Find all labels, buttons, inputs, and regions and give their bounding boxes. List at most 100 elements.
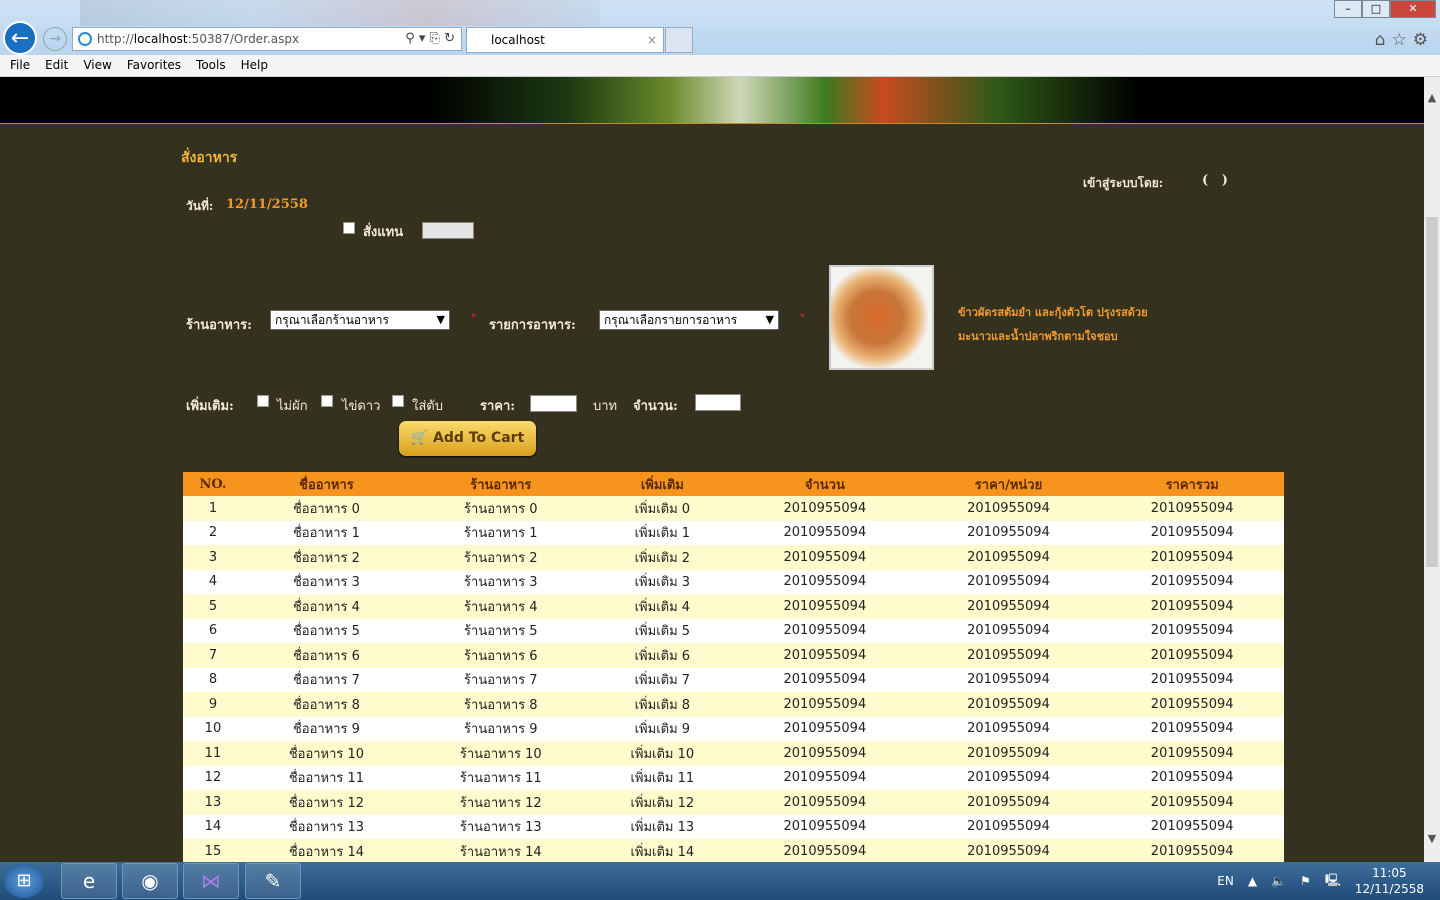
extra-liver-checkbox[interactable] bbox=[392, 395, 404, 407]
table-cell: เพิ่มเติม 12 bbox=[591, 790, 734, 815]
date-value: 12/11/2558 bbox=[226, 197, 308, 212]
column-header: เพิ่มเติม bbox=[591, 472, 734, 496]
order-for-label: สั่งแทน bbox=[363, 225, 404, 240]
forward-button[interactable]: → bbox=[43, 27, 67, 51]
table-cell: 2010955094 bbox=[1100, 618, 1284, 643]
network-icon[interactable]: 🖳 bbox=[1325, 871, 1341, 892]
table-cell: เพิ่มเติม 3 bbox=[591, 569, 734, 594]
menu-select-value: กรุณาเลือกรายการอาหาร bbox=[604, 313, 738, 327]
table-cell: 2010955094 bbox=[733, 594, 917, 619]
table-cell: ชื่ออาหาร 3 bbox=[242, 569, 410, 594]
close-window-button[interactable]: ✕ bbox=[1390, 0, 1436, 18]
minimize-button[interactable]: – bbox=[1334, 0, 1362, 18]
volume-muted-icon[interactable]: 🔈 bbox=[1271, 874, 1286, 888]
new-tab-button[interactable] bbox=[665, 27, 693, 53]
table-cell: 2010955094 bbox=[916, 618, 1101, 643]
taskbar-ie-icon[interactable]: e bbox=[61, 863, 117, 899]
url-prefix: http:// bbox=[97, 32, 134, 46]
taskbar-chrome-icon[interactable]: ◉ bbox=[122, 863, 178, 899]
browser-chrome: ← → http://localhost:50387/Order.aspx ⚲ … bbox=[0, 0, 1440, 55]
clock-date: 12/11/2558 bbox=[1354, 882, 1424, 896]
table-cell: 2010955094 bbox=[733, 741, 917, 766]
table-cell: 2010955094 bbox=[916, 667, 1101, 692]
table-cell: 2010955094 bbox=[733, 545, 917, 570]
menu-edit[interactable]: Edit bbox=[45, 55, 68, 76]
vertical-scrollbar[interactable]: ▲ ▼ bbox=[1424, 77, 1440, 862]
table-cell: 2010955094 bbox=[1100, 520, 1284, 545]
table-cell: ร้านอาหาร 12 bbox=[409, 790, 592, 815]
taskbar-tool-icon[interactable]: ✎ bbox=[245, 863, 301, 899]
scroll-up-icon[interactable]: ▲ bbox=[1424, 91, 1440, 104]
table-cell: ร้านอาหาร 7 bbox=[409, 667, 592, 692]
restaurant-label: ร้านอาหาร: bbox=[186, 318, 252, 333]
taskbar-visual-studio-icon[interactable]: ⋈ bbox=[183, 863, 239, 899]
system-tray: EN ▲ 🔈 ⚑ 🖳 11:05 12/11/2558 bbox=[1217, 862, 1424, 900]
table-cell: 2010955094 bbox=[1100, 545, 1284, 570]
scroll-thumb[interactable] bbox=[1426, 217, 1438, 567]
scroll-down-icon[interactable]: ▼ bbox=[1424, 832, 1440, 845]
table-cell: เพิ่มเติม 1 bbox=[591, 520, 734, 545]
url-path: :50387/Order.aspx bbox=[187, 32, 300, 46]
table-cell: 2010955094 bbox=[916, 716, 1101, 741]
order-for-checkbox[interactable] bbox=[343, 222, 355, 234]
column-header: ชื่ออาหาร bbox=[242, 472, 410, 496]
taskbar: ⊞ e ◉ ⋈ ✎ EN ▲ 🔈 ⚑ 🖳 11:05 12/11/2558 bbox=[0, 862, 1440, 900]
menu-item-select[interactable]: กรุณาเลือกรายการอาหาร ▼ bbox=[599, 310, 779, 330]
back-button[interactable]: ← bbox=[3, 21, 37, 55]
quantity-input[interactable] bbox=[695, 394, 741, 411]
date-label: วันที่: bbox=[186, 199, 214, 213]
table-row: 14 ชื่ออาหาร 13 ร้านอาหาร 13 เพิ่มเติม 13 20… bbox=[183, 814, 1284, 839]
close-tab-icon[interactable]: × bbox=[647, 28, 657, 52]
table-cell: 2010955094 bbox=[916, 569, 1101, 594]
address-bar[interactable]: http://localhost:50387/Order.aspx ⚲ ▾ ⎘ … bbox=[72, 27, 462, 51]
address-tools-icons[interactable]: ⚲ ▾ ⎘ ↻ bbox=[405, 28, 455, 50]
start-button[interactable]: ⊞ bbox=[4, 864, 44, 898]
menu-favorites[interactable]: Favorites bbox=[127, 55, 181, 76]
maximize-button[interactable]: □ bbox=[1362, 0, 1390, 18]
table-cell: ร้านอาหาร 5 bbox=[409, 618, 592, 643]
table-cell: 11 bbox=[183, 741, 243, 766]
menu-view[interactable]: View bbox=[83, 55, 111, 76]
table-cell: ร้านอาหาร 3 bbox=[409, 569, 592, 594]
price-input[interactable] bbox=[530, 395, 577, 412]
action-center-flag-icon[interactable]: ⚑ bbox=[1300, 874, 1311, 888]
clock[interactable]: 11:05 12/11/2558 bbox=[1355, 865, 1424, 897]
header-banner-image bbox=[0, 77, 1424, 124]
table-cell: 2010955094 bbox=[1100, 496, 1284, 521]
add-to-cart-button[interactable]: 🛒 Add To Cart bbox=[399, 421, 536, 456]
table-cell: 2010955094 bbox=[1100, 839, 1284, 862]
restaurant-select[interactable]: กรุณาเลือกร้านอาหาร ▼ bbox=[270, 310, 450, 330]
table-cell: 2010955094 bbox=[916, 692, 1101, 717]
show-hidden-icons[interactable]: ▲ bbox=[1248, 874, 1257, 888]
table-cell: ร้านอาหาร 13 bbox=[409, 814, 592, 839]
extra-fried-egg-checkbox[interactable] bbox=[321, 395, 333, 407]
menu-file[interactable]: File bbox=[10, 55, 30, 76]
home-favorites-settings-icons[interactable]: ⌂☆⚙ bbox=[1375, 30, 1434, 50]
table-cell: 2010955094 bbox=[1100, 667, 1284, 692]
table-cell: 2010955094 bbox=[1100, 643, 1284, 668]
table-cell: ชื่ออาหาร 7 bbox=[242, 667, 410, 692]
column-header: จำนวน bbox=[733, 472, 917, 496]
menu-tools[interactable]: Tools bbox=[196, 55, 226, 76]
table-cell: เพิ่มเติม 0 bbox=[591, 496, 734, 521]
table-row: 12 ชื่ออาหาร 11 ร้านอาหาร 11 เพิ่มเติม 11 20… bbox=[183, 765, 1284, 790]
order-for-input[interactable] bbox=[422, 222, 474, 239]
menu-help[interactable]: Help bbox=[241, 55, 268, 76]
food-description: ข้าวผัดรสต้มยำ และกุ้งตัวโต ปรุงรสด้วย มะ… bbox=[958, 301, 1148, 349]
table-cell: 2010955094 bbox=[916, 594, 1101, 619]
table-row: 11 ชื่ออาหาร 10 ร้านอาหาร 10 เพิ่มเติม 10 20… bbox=[183, 741, 1284, 766]
language-indicator[interactable]: EN bbox=[1217, 874, 1234, 888]
table-row: 6 ชื่ออาหาร 5 ร้านอาหาร 5 เพิ่มเติม 5 201095… bbox=[183, 618, 1284, 643]
extra-no-veg-checkbox[interactable] bbox=[257, 395, 269, 407]
table-cell: ร้านอาหาร 9 bbox=[409, 716, 592, 741]
table-cell: 2010955094 bbox=[733, 790, 917, 815]
background-tabs[interactable] bbox=[80, 0, 600, 26]
restaurant-select-value: กรุณาเลือกร้านอาหาร bbox=[275, 313, 389, 327]
table-cell: เพิ่มเติม 8 bbox=[591, 692, 734, 717]
table-cell: 2010955094 bbox=[1100, 692, 1284, 717]
table-cell: ร้านอาหาร 0 bbox=[409, 496, 592, 521]
price-label: ราคา: bbox=[480, 399, 516, 414]
table-cell: 2010955094 bbox=[733, 667, 917, 692]
clock-time: 11:05 bbox=[1372, 866, 1407, 880]
tab-localhost[interactable]: localhost × bbox=[466, 27, 664, 53]
